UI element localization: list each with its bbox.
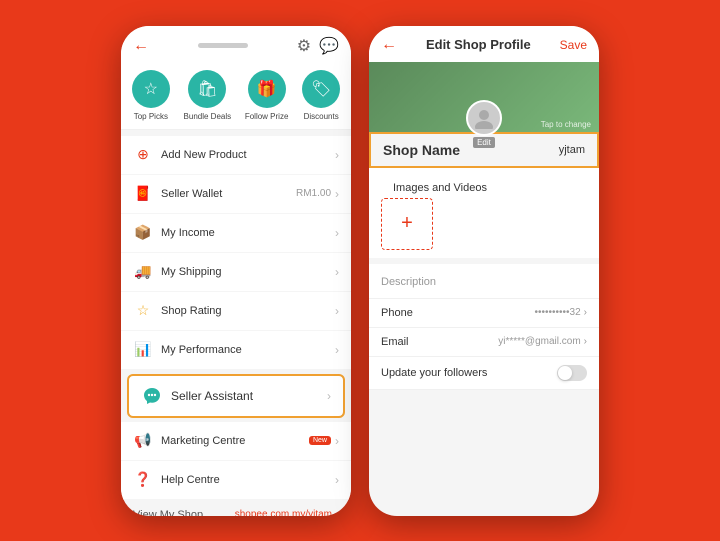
- my-performance-label: My Performance: [161, 344, 335, 356]
- view-shop-label: View My Shop: [133, 509, 203, 516]
- my-income-item[interactable]: 📦 My Income ›: [121, 214, 351, 253]
- discounts-action[interactable]: 🏷 Discounts: [302, 70, 340, 121]
- seller-assistant-item[interactable]: Seller Assistant ›: [127, 374, 345, 418]
- chevron-icon: ›: [335, 226, 339, 240]
- shop-cover-photo[interactable]: Edit Tap to change: [369, 62, 599, 132]
- seller-assistant-label: Seller Assistant: [171, 389, 327, 403]
- marketing-label: Marketing Centre: [161, 435, 309, 447]
- shop-rating-item[interactable]: ☆ Shop Rating ›: [121, 292, 351, 331]
- rating-icon: ☆: [133, 301, 153, 321]
- add-product-label: Add New Product: [161, 149, 335, 161]
- messages-icon[interactable]: 💬: [319, 36, 339, 56]
- income-icon: 📦: [133, 223, 153, 243]
- help-icon: ❓: [133, 470, 153, 490]
- followers-row: Update your followers: [369, 357, 599, 390]
- chevron-icon: ›: [335, 508, 339, 516]
- bundle-deals-icon: 🛍: [188, 70, 226, 108]
- chevron-icon: ›: [335, 343, 339, 357]
- marketing-centre-item[interactable]: 📢 Marketing Centre New ›: [121, 422, 351, 461]
- chevron-icon: ›: [584, 336, 587, 347]
- discounts-icon: 🏷: [302, 70, 340, 108]
- left-header: ← ⚙ 💬: [121, 26, 351, 62]
- quick-actions: ☆ Top Picks 🛍 Bundle Deals 🎁 Follow Priz…: [121, 62, 351, 130]
- shop-rating-label: Shop Rating: [161, 305, 335, 317]
- page-title: Edit Shop Profile: [426, 37, 531, 52]
- phone-row[interactable]: Phone ••••••••••32 ›: [369, 299, 599, 328]
- avatar-container: Edit: [466, 100, 502, 148]
- email-value: yi*****@gmail.com ›: [498, 336, 587, 347]
- top-picks-icon: ☆: [132, 70, 170, 108]
- notch: [198, 43, 248, 48]
- bundle-deals-action[interactable]: 🛍 Bundle Deals: [184, 70, 232, 121]
- menu-list: ⊕ Add New Product › 🧧 Seller Wallet RM1.…: [121, 136, 351, 370]
- images-section: Images and Videos +: [369, 168, 599, 264]
- add-product-icon: ⊕: [133, 145, 153, 165]
- bundle-deals-label: Bundle Deals: [184, 112, 232, 121]
- tap-change-label: Tap to change: [541, 120, 591, 129]
- seller-wallet-item[interactable]: 🧧 Seller Wallet RM1.00 ›: [121, 175, 351, 214]
- follow-prize-icon: 🎁: [248, 70, 286, 108]
- new-badge: New: [309, 436, 331, 445]
- description-section[interactable]: Description: [369, 264, 599, 299]
- performance-icon: 📊: [133, 340, 153, 360]
- view-my-shop[interactable]: View My Shop shopee.com.my/yjtam ›: [121, 500, 351, 516]
- follow-prize-label: Follow Prize: [245, 112, 289, 121]
- chevron-icon: ›: [335, 473, 339, 487]
- email-label: Email: [381, 336, 409, 348]
- save-button[interactable]: Save: [560, 38, 587, 52]
- edit-label: Edit: [473, 137, 495, 148]
- top-picks-action[interactable]: ☆ Top Picks: [132, 70, 170, 121]
- upload-image-button[interactable]: +: [381, 198, 433, 250]
- avatar: [466, 100, 502, 136]
- back-button[interactable]: ←: [381, 36, 397, 54]
- wallet-icon: 🧧: [133, 184, 153, 204]
- help-centre-item[interactable]: ❓ Help Centre ›: [121, 461, 351, 500]
- top-picks-label: Top Picks: [134, 112, 168, 121]
- my-performance-item[interactable]: 📊 My Performance ›: [121, 331, 351, 370]
- seller-wallet-label: Seller Wallet: [161, 188, 296, 200]
- followers-label: Update your followers: [381, 367, 487, 379]
- images-section-header: Images and Videos: [381, 174, 587, 198]
- follow-prize-action[interactable]: 🎁 Follow Prize: [245, 70, 289, 121]
- chevron-icon: ›: [335, 148, 339, 162]
- shop-url: shopee.com.my/yjtam: [235, 509, 332, 516]
- chevron-icon: ›: [335, 265, 339, 279]
- shop-name-value: yjtam: [559, 144, 585, 156]
- lower-menu: 📢 Marketing Centre New › ❓ Help Centre ›: [121, 422, 351, 500]
- phone-label: Phone: [381, 307, 413, 319]
- left-phone: ← ⚙ 💬 ☆ Top Picks 🛍 Bundle Deals 🎁 Follo…: [121, 26, 351, 516]
- seller-assistant-icon: [141, 385, 163, 407]
- discounts-label: Discounts: [304, 112, 339, 121]
- my-shipping-item[interactable]: 🚚 My Shipping ›: [121, 253, 351, 292]
- right-phone: ← Edit Shop Profile Save Edit Tap to cha…: [369, 26, 599, 516]
- phone-value: ••••••••••32 ›: [535, 307, 587, 318]
- help-label: Help Centre: [161, 474, 335, 486]
- my-income-label: My Income: [161, 227, 335, 239]
- shipping-icon: 🚚: [133, 262, 153, 282]
- marketing-icon: 📢: [133, 431, 153, 451]
- email-row[interactable]: Email yi*****@gmail.com ›: [369, 328, 599, 357]
- header-icons: ⚙ 💬: [297, 36, 339, 56]
- my-shipping-label: My Shipping: [161, 266, 335, 278]
- chevron-icon: ›: [335, 434, 339, 448]
- settings-icon[interactable]: ⚙: [297, 36, 311, 56]
- followers-toggle[interactable]: [557, 365, 587, 381]
- chevron-icon: ›: [584, 307, 587, 318]
- wallet-amount: RM1.00 ›: [296, 187, 339, 201]
- add-new-product-item[interactable]: ⊕ Add New Product ›: [121, 136, 351, 175]
- chevron-icon: ›: [327, 389, 331, 403]
- right-header: ← Edit Shop Profile Save: [369, 26, 599, 62]
- description-label: Description: [381, 276, 436, 288]
- chevron-icon: ›: [335, 304, 339, 318]
- chevron-icon: ›: [335, 187, 339, 201]
- back-button[interactable]: ←: [133, 37, 149, 55]
- shop-name-label: Shop Name: [383, 142, 460, 158]
- toggle-thumb: [558, 366, 572, 380]
